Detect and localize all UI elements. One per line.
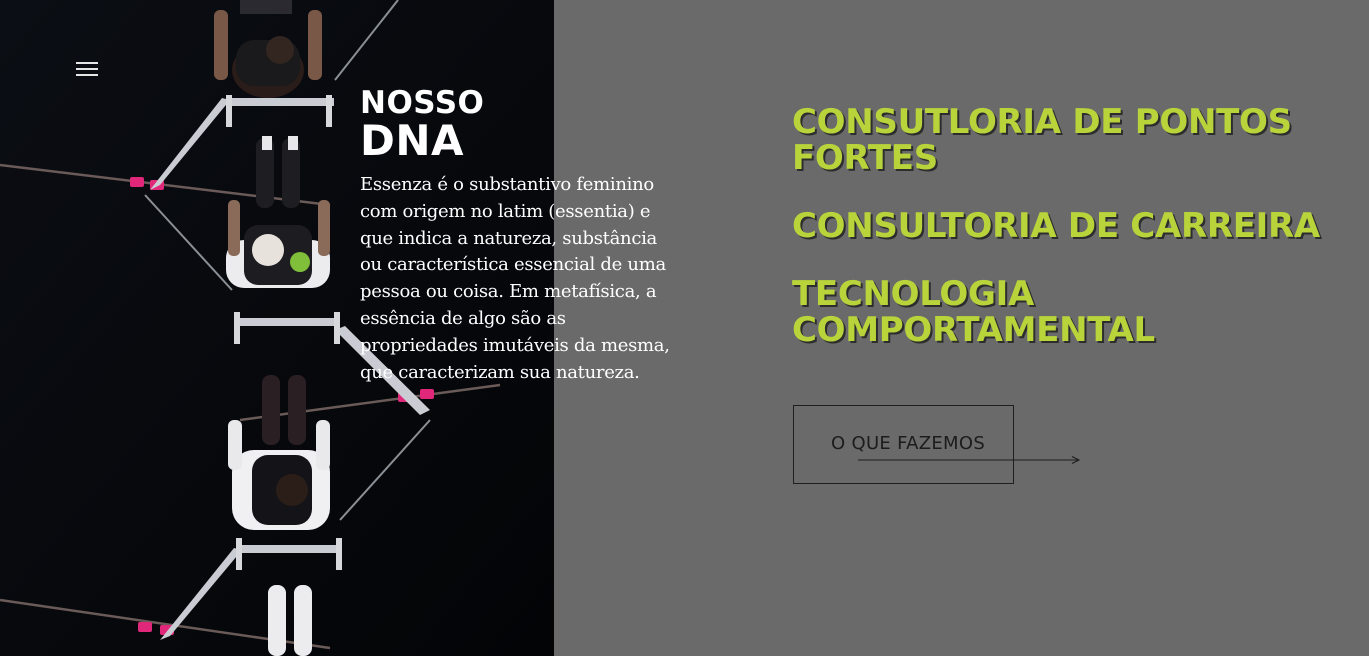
service-label-line1: TECNOLOGIA — [792, 274, 1034, 314]
service-consultoria-pontos-fortes[interactable]: CONSUTLORIA DE PONTOS FORTES — [792, 104, 1320, 176]
service-label-line1: CONSUTLORIA DE PONTOS — [792, 102, 1292, 142]
service-label-line1: CONSULTORIA DE CARREIRA — [792, 206, 1320, 246]
menu-line — [76, 68, 98, 70]
hamburger-menu-icon[interactable] — [72, 56, 102, 82]
service-tecnologia-comportamental[interactable]: TECNOLOGIA COMPORTAMENTAL — [792, 276, 1320, 348]
dna-heading-line2: DNA — [360, 116, 465, 165]
dna-heading: NOSSO DNA — [360, 88, 484, 162]
o-que-fazemos-button[interactable]: O QUE FAZEMOS — [793, 405, 1014, 484]
dna-description: Essenza é o substantivo feminino com ori… — [360, 174, 670, 383]
service-label-line2: COMPORTAMENTAL — [792, 310, 1155, 350]
service-label-line2: FORTES — [792, 138, 938, 178]
menu-line — [76, 62, 98, 64]
menu-line — [76, 74, 98, 76]
arrow-right-icon[interactable] — [858, 454, 1084, 466]
services-list: CONSUTLORIA DE PONTOS FORTES CONSULTORIA… — [792, 104, 1320, 348]
service-consultoria-carreira[interactable]: CONSULTORIA DE CARREIRA — [792, 208, 1320, 244]
page: NOSSO DNA Essenza é o substantivo femini… — [0, 0, 1369, 656]
cta-label: O QUE FAZEMOS — [831, 433, 986, 454]
dna-heading-line1: NOSSO — [360, 85, 485, 121]
